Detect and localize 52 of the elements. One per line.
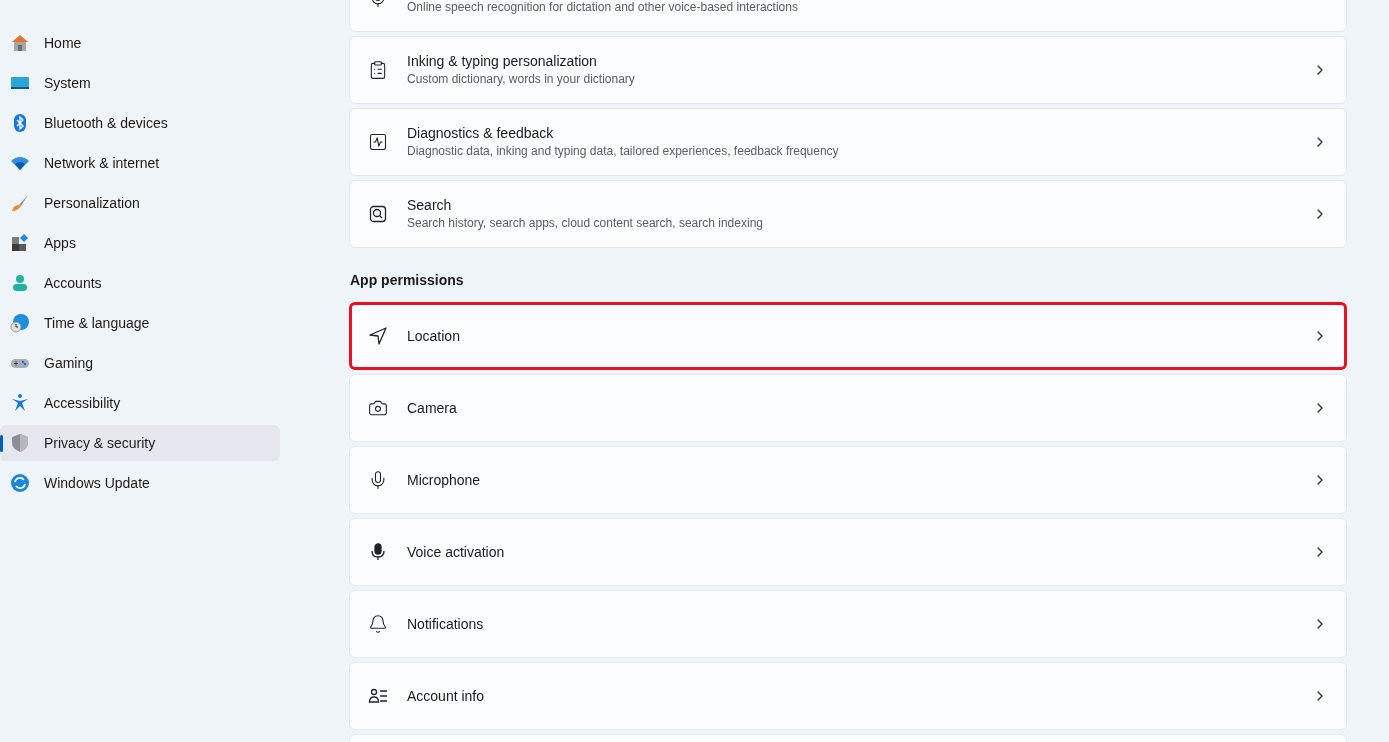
shield-icon — [10, 433, 30, 453]
apps-icon — [10, 233, 30, 253]
person-icon — [10, 273, 30, 293]
sidebar-item[interactable]: Gaming — [0, 345, 280, 381]
accessibility-icon — [10, 393, 30, 413]
setting-card[interactable]: Microphone — [349, 446, 1347, 514]
setting-card[interactable]: Online speech recognition for dictation and other voice-based interactions — [349, 0, 1347, 32]
selection-indicator — [0, 435, 3, 452]
globe-clock-icon — [10, 313, 30, 333]
sidebar-item[interactable]: Accessibility — [0, 385, 280, 421]
sidebar-item[interactable]: Privacy & security — [0, 425, 280, 461]
setting-description: Custom dictionary, words in your dictionary — [407, 71, 636, 88]
setting-title: Account info — [407, 686, 486, 706]
setting-title: Notifications — [407, 614, 485, 634]
setting-title: Location — [407, 326, 461, 346]
navigation-arrow-icon — [368, 326, 388, 346]
setting-description: Online speech recognition for dictation and other voice-based interactions — [407, 0, 799, 16]
activity-icon — [368, 132, 388, 152]
setting-title: Camera — [407, 398, 458, 418]
setting-card[interactable]: Account info — [349, 662, 1347, 730]
clipboard-list-icon — [368, 60, 388, 80]
sidebar-item[interactable]: Bluetooth & devices — [0, 105, 280, 141]
setting-title: Microphone — [407, 470, 482, 490]
setting-description: Search history, search apps, cloud content search, search indexing — [407, 215, 764, 232]
setting-title: Inking & typing personalization — [407, 52, 598, 71]
bell-icon — [368, 614, 388, 634]
home-icon — [10, 33, 30, 53]
setting-title: Search — [407, 196, 453, 215]
sidebar-item[interactable]: Apps — [0, 225, 280, 261]
setting-card[interactable]: Voice activation — [349, 518, 1347, 586]
microphone-icon — [368, 542, 388, 562]
camera-icon — [368, 398, 388, 418]
sidebar-item[interactable]: Personalization — [0, 185, 280, 221]
sidebar-item[interactable]: Network & internet — [0, 145, 280, 181]
contact-list-icon — [368, 686, 388, 706]
setting-title: Diagnostics & feedback — [407, 124, 555, 143]
setting-card[interactable]: Notifications — [349, 590, 1347, 658]
sidebar-item[interactable]: Accounts — [0, 265, 280, 301]
setting-card[interactable]: Diagnostics & feedback Diagnostic data, inking and typing data, tailored experiences, feedback frequency — [349, 108, 1347, 176]
update-icon — [10, 473, 30, 493]
setting-card[interactable]: Camera — [349, 374, 1347, 442]
setting-card[interactable]: Inking & typing personalization Custom dictionary, words in your dictionary — [349, 36, 1347, 104]
setting-card[interactable]: Search Search history, search apps, cloud content search, search indexing — [349, 180, 1347, 248]
setting-title: Voice activation — [407, 542, 506, 562]
setting-card[interactable]: Location — [349, 302, 1347, 370]
section-heading: App permissions — [350, 272, 464, 288]
sidebar-item[interactable]: Time & language — [0, 305, 280, 341]
sidebar-item[interactable]: Windows Update — [0, 465, 280, 501]
sidebar-item[interactable]: System — [0, 65, 280, 101]
search-icon — [368, 204, 388, 224]
setting-description: Diagnostic data, inking and typing data, tailored experiences, feedback frequency — [407, 143, 840, 160]
sidebar-item[interactable]: Home — [0, 25, 280, 61]
